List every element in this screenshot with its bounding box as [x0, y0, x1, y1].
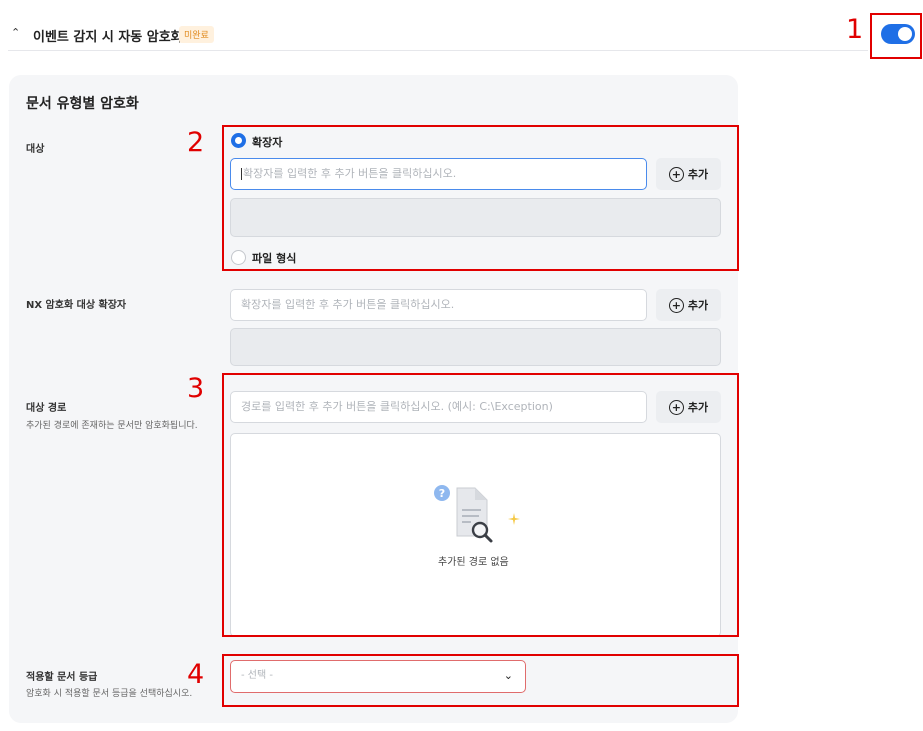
panel-title: 문서 유형별 암호화: [26, 96, 139, 112]
grade-sublabel: 암호화 시 적용할 문서 등급을 선택하십시오.: [26, 689, 193, 699]
target-label: 대상: [26, 144, 45, 155]
status-badge: 미완료: [179, 26, 214, 43]
annotation-number-4: 4: [187, 659, 205, 690]
annotation-box-4: [222, 654, 739, 707]
annotation-number-2: 2: [187, 127, 205, 158]
annotation-number-3: 3: [187, 373, 205, 404]
plus-circle-icon: +: [668, 297, 684, 313]
annotation-box-2: [222, 125, 739, 271]
nx-label: NX 암호화 대상 확장자: [26, 300, 127, 311]
nx-extension-input[interactable]: 확장자를 입력한 후 추가 버튼을 클릭하십시오.: [230, 289, 647, 321]
chevron-up-icon[interactable]: ⌃: [11, 26, 20, 39]
section-header: ⌃ 이벤트 감지 시 자동 암호화 미완료: [0, 0, 923, 52]
annotation-box-3: [222, 373, 739, 637]
add-nx-extension-button[interactable]: + 추가: [656, 289, 721, 321]
annotation-box-1: [870, 13, 922, 59]
path-label: 대상 경로: [26, 403, 67, 414]
section-title: 이벤트 감지 시 자동 암호화: [33, 30, 183, 45]
grade-label: 적용할 문서 등급: [26, 672, 98, 683]
nx-input-placeholder: 확장자를 입력한 후 추가 버튼을 클릭하십시오.: [241, 298, 455, 311]
annotation-number-1: 1: [846, 14, 864, 45]
path-sublabel: 추가된 경로에 존재하는 문서만 암호화됩니다.: [26, 421, 198, 431]
add-nx-label: 추가: [687, 299, 709, 312]
nx-extension-list: [230, 328, 721, 366]
header-divider: [8, 50, 868, 51]
